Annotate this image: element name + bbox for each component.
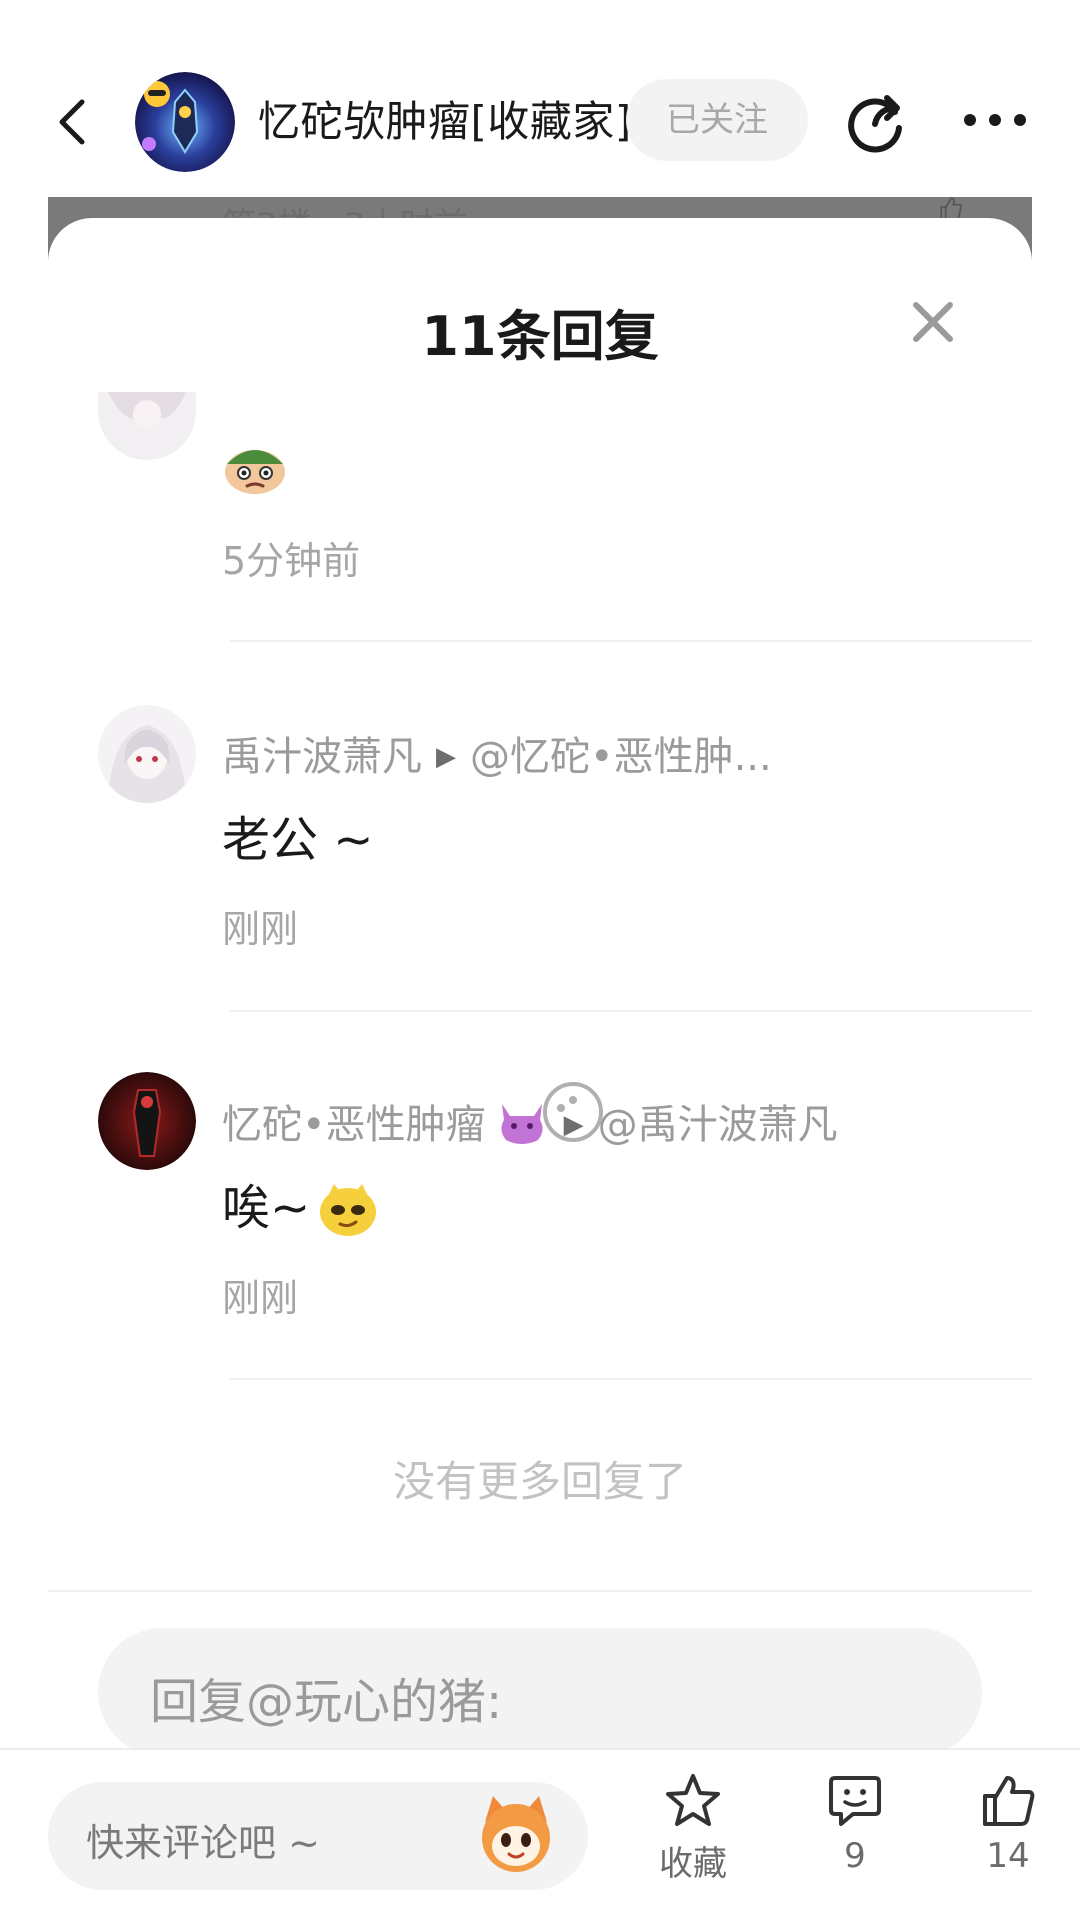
divider (230, 1378, 1032, 1380)
reply-author[interactable]: 禹汁波萧凡 (222, 734, 422, 780)
divider (230, 640, 1032, 642)
comments-button[interactable]: 9 (800, 1772, 910, 1912)
follow-button[interactable]: 已关注 (626, 79, 808, 161)
reply-avatar[interactable] (98, 1072, 196, 1170)
star-icon (666, 1774, 720, 1826)
more-options-icon[interactable] (960, 100, 1030, 140)
author-name[interactable]: 忆砣欤肿瘤[收藏家] (258, 88, 632, 149)
reply-input[interactable]: 回复@玩心的猪: (98, 1628, 982, 1756)
thumbs-up-icon (983, 1776, 1035, 1826)
reply-sheet (48, 218, 1032, 1758)
reply-author[interactable]: 忆砣•恶性肿瘤 (222, 1102, 486, 1148)
comment-placeholder: 快来评论吧 ~ (86, 1821, 320, 1865)
close-icon[interactable] (908, 297, 958, 347)
comment-icon (829, 1776, 881, 1826)
like-icon (940, 197, 962, 220)
reply-header: 禹汁波萧凡 ▶ @忆砣•恶性肿... (222, 724, 772, 782)
reply-target[interactable]: @忆砣•恶性肿... (470, 734, 772, 780)
favorite-label: 收藏 (659, 1844, 727, 1884)
floor-info: 第3楼 · 3小时前 (222, 198, 468, 220)
reply-time: 刚刚 (222, 1276, 299, 1320)
top-header: 忆砣欤肿瘤[收藏家] 已关注 (0, 0, 1080, 200)
reply-text[interactable]: 老公 ~ (222, 800, 373, 870)
reply-text-content: 唉~ (222, 1180, 311, 1236)
frog-emoji-icon (225, 450, 285, 494)
reply-text[interactable]: 唉~ (222, 1168, 380, 1238)
reply-time: 5分钟前 (222, 539, 361, 583)
share-icon[interactable] (843, 88, 909, 154)
divider (230, 1010, 1032, 1012)
back-arrow-icon[interactable] (44, 92, 104, 152)
comment-input[interactable]: 快来评论吧 ~ (48, 1782, 588, 1890)
no-more-replies: 没有更多回复了 (392, 1457, 687, 1506)
reply-target[interactable]: @禹汁波萧凡 (598, 1102, 838, 1148)
like-count: 14 (986, 1836, 1030, 1876)
smirk-emoji-icon (320, 1184, 377, 1236)
like-button[interactable]: 14 (953, 1772, 1063, 1912)
reply-input-placeholder: 回复@玩心的猪: (150, 1674, 503, 1730)
author-avatar[interactable] (135, 72, 235, 172)
favorite-button[interactable]: 收藏 (638, 1772, 748, 1912)
divider (48, 1590, 1032, 1592)
floating-assist-icon[interactable] (541, 1080, 605, 1144)
bottom-bar: 快来评论吧 ~ 收藏 9 14 (0, 1748, 1080, 1922)
reply-arrow-icon: ▶ (436, 742, 456, 772)
comment-count: 9 (844, 1836, 866, 1876)
reply-header: 忆砣•恶性肿瘤 ▶ @禹汁波萧凡 (222, 1092, 838, 1150)
reply-time: 刚刚 (222, 907, 299, 951)
mascot-emoji-icon[interactable] (473, 1792, 559, 1878)
reply-avatar[interactable] (98, 705, 196, 803)
